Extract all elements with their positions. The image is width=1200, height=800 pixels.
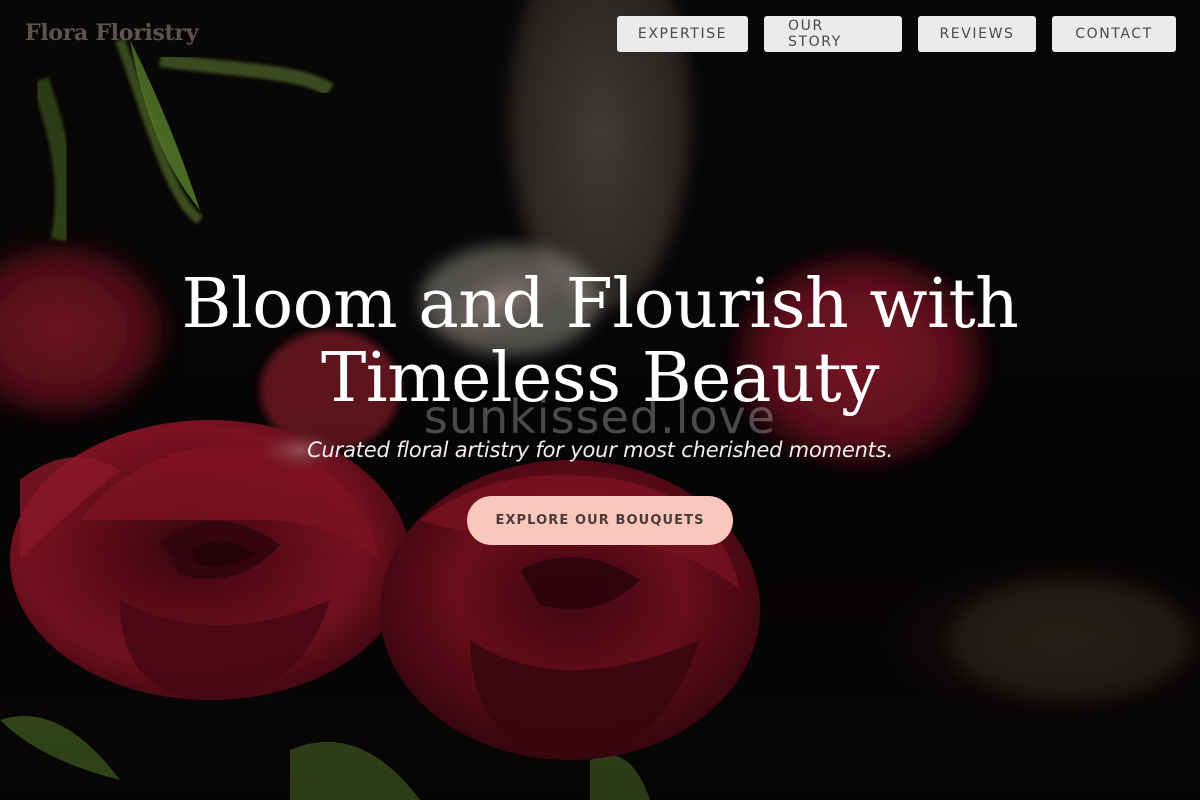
nav-contact-button[interactable]: CONTACT	[1052, 16, 1176, 52]
nav-our-story-button[interactable]: OUR STORY	[764, 16, 902, 52]
hero-subtitle: Curated floral artistry for your most ch…	[307, 438, 893, 462]
explore-bouquets-button[interactable]: EXPLORE OUR BOUQUETS	[467, 496, 733, 545]
main-navigation: EXPERTISE OUR STORY REVIEWS CONTACT	[617, 16, 1176, 52]
hero-section: Flora Floristry EXPERTISE OUR STORY REVI…	[0, 0, 1200, 800]
brand-logo[interactable]: Flora Floristry	[25, 20, 198, 46]
hero-headline-line-1: Bloom and Flourish with	[181, 265, 1019, 344]
nav-reviews-button[interactable]: REVIEWS	[918, 16, 1036, 52]
nav-expertise-button[interactable]: EXPERTISE	[617, 16, 748, 52]
watermark-text: sunkissed.love	[423, 390, 777, 444]
